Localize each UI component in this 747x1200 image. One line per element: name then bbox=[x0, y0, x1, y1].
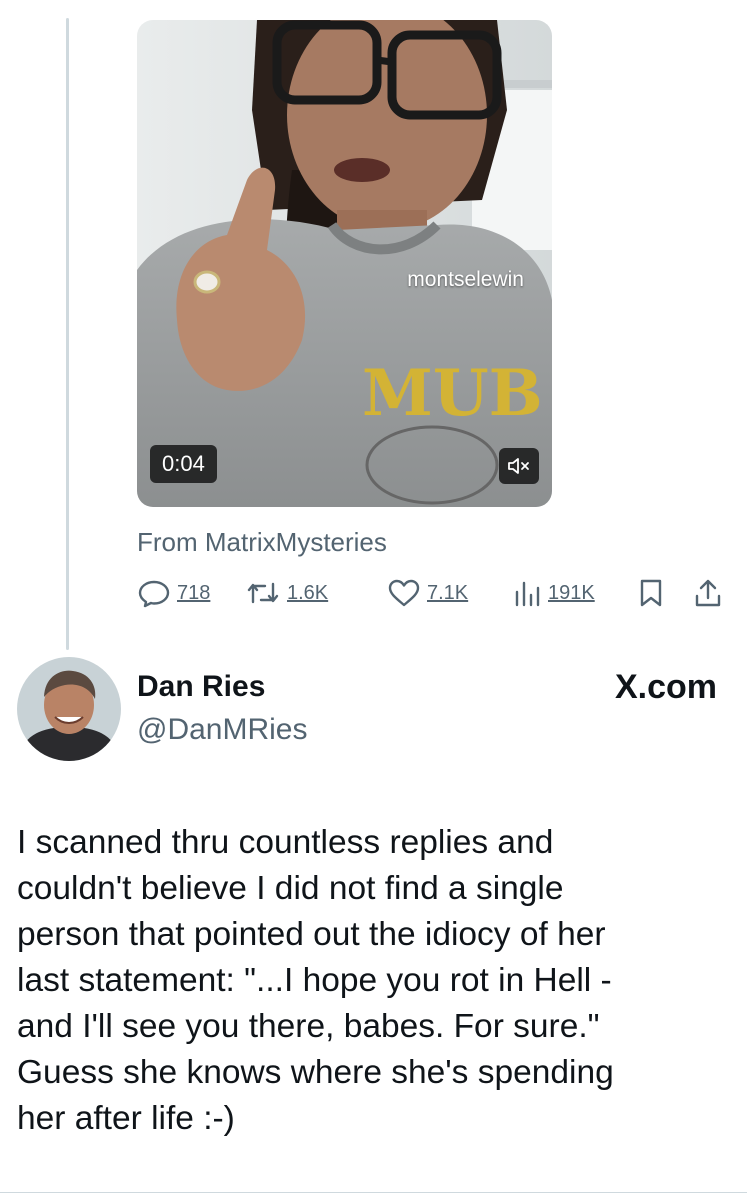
author-handle[interactable]: @DanMRies bbox=[137, 713, 308, 747]
mute-button[interactable] bbox=[499, 448, 539, 484]
video-watermark: montselewin bbox=[407, 268, 524, 291]
like-count: 7.1K bbox=[427, 581, 469, 604]
bookmark-button[interactable] bbox=[637, 578, 665, 608]
video-player[interactable]: MUB montselewin 0:04 bbox=[137, 20, 552, 507]
tweet-text-line: Guess she knows where she's spending bbox=[17, 1054, 614, 1091]
heart-icon bbox=[388, 579, 420, 607]
reply-icon bbox=[138, 580, 170, 608]
retweet-count: 1.6K bbox=[287, 581, 329, 604]
divider bbox=[0, 1192, 747, 1193]
share-icon bbox=[695, 579, 721, 607]
views-chart-icon bbox=[515, 581, 540, 607]
views-count: 191K bbox=[548, 581, 595, 604]
tweet-text-line: couldn't believe I did not find a single bbox=[17, 870, 564, 907]
thread-connector-line bbox=[66, 18, 69, 650]
like-button[interactable]: 7.1K bbox=[387, 578, 468, 608]
reply-button[interactable]: 718 bbox=[137, 578, 210, 608]
tweet-text: I scanned thru countless replies and cou… bbox=[17, 820, 737, 1142]
views-button[interactable]: 191K bbox=[512, 578, 595, 608]
share-button[interactable] bbox=[693, 578, 723, 608]
video-attribution-link[interactable]: From MatrixMysteries bbox=[137, 527, 387, 558]
reply-count: 718 bbox=[177, 581, 211, 604]
retweet-icon bbox=[247, 582, 279, 604]
tweet-text-line: person that pointed out the idiocy of he… bbox=[17, 916, 606, 953]
bookmark-icon bbox=[640, 579, 662, 607]
avatar-image bbox=[17, 657, 121, 761]
avatar[interactable] bbox=[17, 657, 121, 761]
video-frame: MUB bbox=[137, 20, 552, 507]
tweet-text-line: and I'll see you there, babes. For sure.… bbox=[17, 1008, 600, 1045]
tweet-text-line: her after life :-) bbox=[17, 1100, 235, 1137]
retweet-button[interactable]: 1.6K bbox=[245, 578, 328, 608]
tweet-action-bar: 718 1.6K 7.1K 191K bbox=[137, 578, 727, 618]
video-duration: 0:04 bbox=[150, 445, 217, 483]
sweatshirt-print: MUB bbox=[362, 356, 543, 431]
author-name[interactable]: Dan Ries bbox=[137, 670, 265, 704]
source-label: X.com bbox=[614, 668, 717, 706]
tweet-text-line: last statement: "...I hope you rot in He… bbox=[17, 962, 612, 999]
speaker-muted-icon bbox=[508, 458, 529, 474]
tweet-text-line: I scanned thru countless replies and bbox=[17, 824, 554, 861]
